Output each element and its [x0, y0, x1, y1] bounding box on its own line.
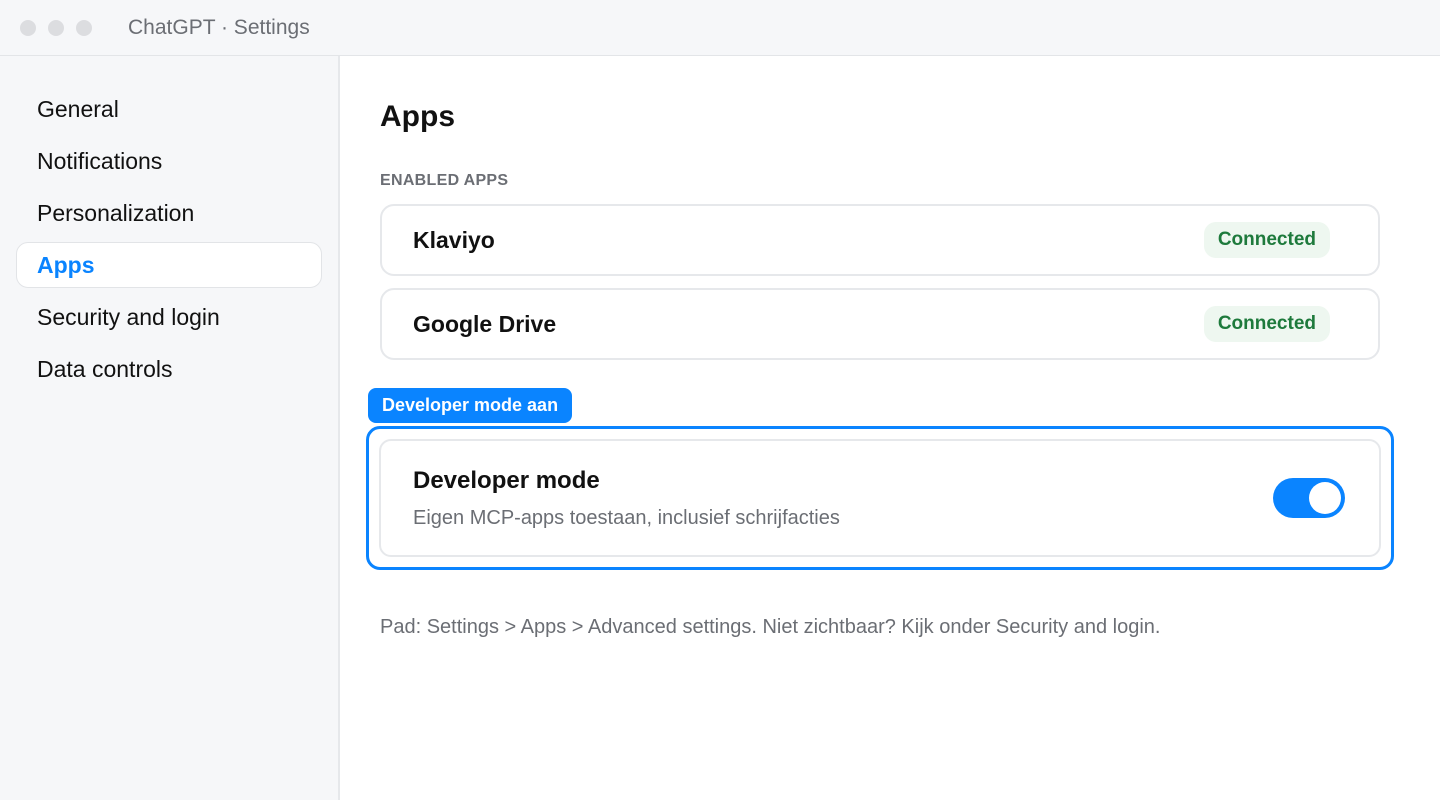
zoom-window-button[interactable] — [76, 19, 92, 36]
app-card-google-drive[interactable]: Google Drive Connected — [380, 288, 1380, 360]
sidebar-item-data-controls[interactable]: Data controls — [16, 346, 322, 392]
minimize-window-button[interactable] — [48, 19, 64, 36]
settings-path-hint: Pad: Settings > Apps > Advanced settings… — [380, 616, 1161, 638]
app-card-klaviyo[interactable]: Klaviyo Connected — [380, 204, 1380, 276]
app-name: Google Drive — [413, 310, 557, 337]
developer-mode-card: Developer mode Eigen MCP-apps toestaan, … — [379, 439, 1381, 557]
sidebar-item-apps[interactable]: Apps — [16, 242, 322, 288]
developer-mode-text: Developer mode Eigen MCP-apps toestaan, … — [413, 467, 840, 530]
developer-mode-title: Developer mode — [413, 466, 600, 494]
developer-mode-highlight: Developer mode Eigen MCP-apps toestaan, … — [366, 426, 1394, 570]
close-window-button[interactable] — [20, 19, 36, 36]
developer-mode-description: Eigen MCP-apps toestaan, inclusief schri… — [413, 506, 840, 529]
window-controls — [20, 19, 92, 36]
enabled-apps-label: ENABLED APPS — [380, 172, 509, 189]
sidebar-item-security-and-login[interactable]: Security and login — [16, 294, 322, 340]
toggle-knob — [1309, 482, 1341, 514]
status-badge: Connected — [1203, 306, 1330, 342]
window-title: ChatGPT · Settings — [128, 15, 310, 39]
sidebar-item-general[interactable]: General — [16, 86, 322, 132]
sidebar-item-personalization[interactable]: Personalization — [16, 190, 322, 236]
settings-sidebar: General Notifications Personalization Ap… — [0, 56, 340, 800]
settings-window: ChatGPT · Settings General Notifications… — [0, 0, 1440, 800]
status-badge: Connected — [1203, 222, 1330, 258]
sidebar-item-notifications[interactable]: Notifications — [16, 138, 322, 184]
title-bar: ChatGPT · Settings — [0, 0, 1440, 56]
app-name: Klaviyo — [413, 226, 495, 253]
developer-mode-tag: Developer mode aan — [368, 388, 573, 423]
developer-mode-toggle[interactable] — [1273, 478, 1345, 518]
page-title: Apps — [380, 100, 455, 133]
main-panel: Apps ENABLED APPS Klaviyo Connected Goog… — [340, 56, 1440, 800]
